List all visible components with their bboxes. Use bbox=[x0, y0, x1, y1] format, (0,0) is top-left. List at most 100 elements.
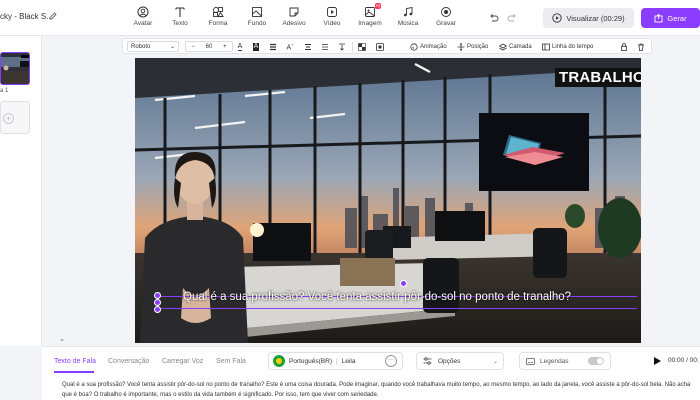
lock-icon[interactable] bbox=[619, 41, 629, 52]
plus-icon: + bbox=[3, 113, 14, 124]
video-canvas[interactable]: TRABALHO Qual é a sua profissão? Você te… bbox=[135, 58, 641, 343]
speech-panel: Texto de Fala Conversação Carregar Voz S… bbox=[42, 346, 700, 400]
timeline-button[interactable]: Linha do tempo bbox=[542, 41, 593, 52]
scene-label: a 1 bbox=[0, 88, 9, 94]
font-family-select[interactable]: Roboto ⌄ bbox=[127, 41, 179, 52]
top-bar: cky - Black S... Avatar Texto Forma Fund… bbox=[0, 0, 700, 36]
captions-toggle[interactable] bbox=[588, 357, 604, 365]
resize-handle[interactable] bbox=[154, 299, 161, 306]
mask-icon[interactable] bbox=[375, 41, 385, 52]
video-icon bbox=[327, 7, 337, 17]
text-color-icon[interactable]: A bbox=[235, 41, 245, 52]
tool-video[interactable]: Vídeo bbox=[315, 6, 349, 32]
tab-conversation[interactable]: Conversação bbox=[108, 358, 149, 365]
sliders-icon bbox=[423, 357, 432, 365]
chevron-down-icon: ⌄ bbox=[59, 336, 65, 343]
options-label: Opções bbox=[438, 357, 461, 365]
text-stroke-icon[interactable] bbox=[268, 41, 278, 52]
undo-icon[interactable] bbox=[488, 12, 499, 23]
ai-badge: AI bbox=[374, 3, 381, 9]
brazil-flag-icon bbox=[273, 355, 285, 367]
font-size-value: 60 bbox=[205, 43, 213, 50]
voice-language: Português(BR) bbox=[289, 357, 332, 365]
tool-record[interactable]: Gravar bbox=[429, 6, 463, 32]
music-icon bbox=[404, 6, 413, 17]
align-center-icon[interactable] bbox=[303, 41, 313, 52]
layer-label: Camada bbox=[509, 43, 532, 50]
inset-image[interactable] bbox=[479, 113, 589, 191]
script-text[interactable]: Qual é a sua profissão? Você tenta assis… bbox=[62, 381, 700, 400]
record-icon bbox=[441, 7, 451, 17]
captions-icon bbox=[526, 357, 535, 365]
plus-icon[interactable]: + bbox=[223, 44, 227, 50]
scene-thumbnail[interactable] bbox=[0, 52, 30, 85]
chevron-down-icon: ⌄ bbox=[492, 358, 498, 365]
tool-label: Imagem bbox=[358, 20, 382, 27]
tool-label: Forma bbox=[208, 20, 228, 27]
tool-music[interactable]: Música bbox=[391, 6, 425, 32]
avatar-icon bbox=[137, 6, 149, 18]
chevron-down-icon: ⌄ bbox=[169, 44, 175, 50]
tab-upload-voice[interactable]: Carregar Voz bbox=[162, 358, 203, 365]
subtitle-text[interactable]: Qual é a sua profissão? Você tenta assis… bbox=[183, 291, 571, 303]
minus-icon[interactable]: − bbox=[191, 44, 195, 50]
line-spacing-icon[interactable] bbox=[320, 41, 330, 52]
layer-button[interactable]: Camada bbox=[499, 41, 532, 52]
preview-label: Visualizar (00:29) bbox=[566, 13, 625, 23]
font-family-value: Roboto bbox=[131, 43, 151, 50]
position-icon bbox=[457, 42, 465, 51]
opacity-icon[interactable] bbox=[357, 41, 367, 52]
play-icon[interactable] bbox=[652, 356, 662, 366]
voice-divider: | bbox=[336, 357, 338, 365]
timeline-label: Linha do tempo bbox=[552, 43, 594, 50]
tool-label: Adesivo bbox=[282, 20, 306, 27]
generate-label: Gerar bbox=[667, 13, 687, 23]
tool-sticker[interactable]: Adesivo bbox=[277, 6, 311, 32]
scene-panel: a 1 + bbox=[0, 36, 42, 346]
preview-button[interactable]: Visualizar (00:29) bbox=[543, 8, 634, 28]
tool-label: Gravar bbox=[436, 20, 456, 27]
text-format-toolbar: Roboto ⌄ − 60 + A A A+ Animação Posição … bbox=[122, 38, 652, 54]
tool-label: Texto bbox=[172, 20, 188, 27]
playback-time: 00:00 / 00: bbox=[668, 357, 699, 364]
generate-button[interactable]: Gerar bbox=[641, 8, 700, 28]
vertical-align-icon[interactable] bbox=[337, 41, 347, 52]
tool-shape[interactable]: Forma bbox=[201, 6, 235, 32]
timeline-icon bbox=[542, 43, 550, 50]
tool-label: Vídeo bbox=[323, 20, 341, 27]
options-dropdown[interactable]: Opções ⌄ bbox=[416, 352, 504, 370]
captions-label: Legendas bbox=[540, 357, 569, 365]
captions-toggle-group: Legendas bbox=[519, 352, 611, 370]
position-button[interactable]: Posição bbox=[457, 41, 488, 52]
resize-handle[interactable] bbox=[154, 306, 161, 313]
delete-icon[interactable] bbox=[636, 41, 646, 52]
text-icon bbox=[175, 7, 185, 17]
shape-icon bbox=[213, 7, 224, 17]
voice-select[interactable]: Português(BR) | Leila bbox=[268, 352, 403, 370]
rotate-handle[interactable] bbox=[400, 280, 407, 287]
animation-button[interactable]: Animação bbox=[410, 41, 447, 52]
add-scene-button[interactable]: + bbox=[0, 101, 30, 134]
export-icon bbox=[654, 13, 663, 22]
sticker-icon bbox=[289, 7, 299, 17]
font-size-stepper[interactable]: − 60 + bbox=[185, 41, 233, 52]
resize-handle[interactable] bbox=[154, 292, 161, 299]
canvas-title-text[interactable]: TRABALHO bbox=[555, 68, 641, 87]
toolbar-divider bbox=[352, 42, 353, 52]
active-tab-indicator bbox=[54, 371, 94, 373]
collapse-panel-button[interactable]: ⌄ bbox=[55, 335, 69, 345]
tool-background[interactable]: Fundo bbox=[240, 6, 274, 32]
tool-avatar[interactable]: Avatar bbox=[126, 6, 160, 32]
redo-icon[interactable] bbox=[507, 12, 518, 23]
tool-image[interactable]: AI Imagem bbox=[353, 3, 387, 32]
more-options-icon[interactable]: ··· bbox=[385, 355, 397, 367]
tool-text[interactable]: Texto bbox=[163, 6, 197, 32]
project-title[interactable]: cky - Black S... bbox=[0, 12, 53, 21]
tab-text-to-speech[interactable]: Texto de Fala bbox=[54, 358, 96, 365]
edit-icon[interactable] bbox=[48, 11, 58, 21]
animation-label: Animação bbox=[420, 43, 447, 50]
tool-label: Música bbox=[397, 20, 419, 27]
text-effect-icon[interactable]: A+ bbox=[285, 41, 295, 52]
tab-no-speech[interactable]: Sem Fala bbox=[216, 358, 246, 365]
text-background-icon[interactable]: A bbox=[251, 41, 261, 52]
